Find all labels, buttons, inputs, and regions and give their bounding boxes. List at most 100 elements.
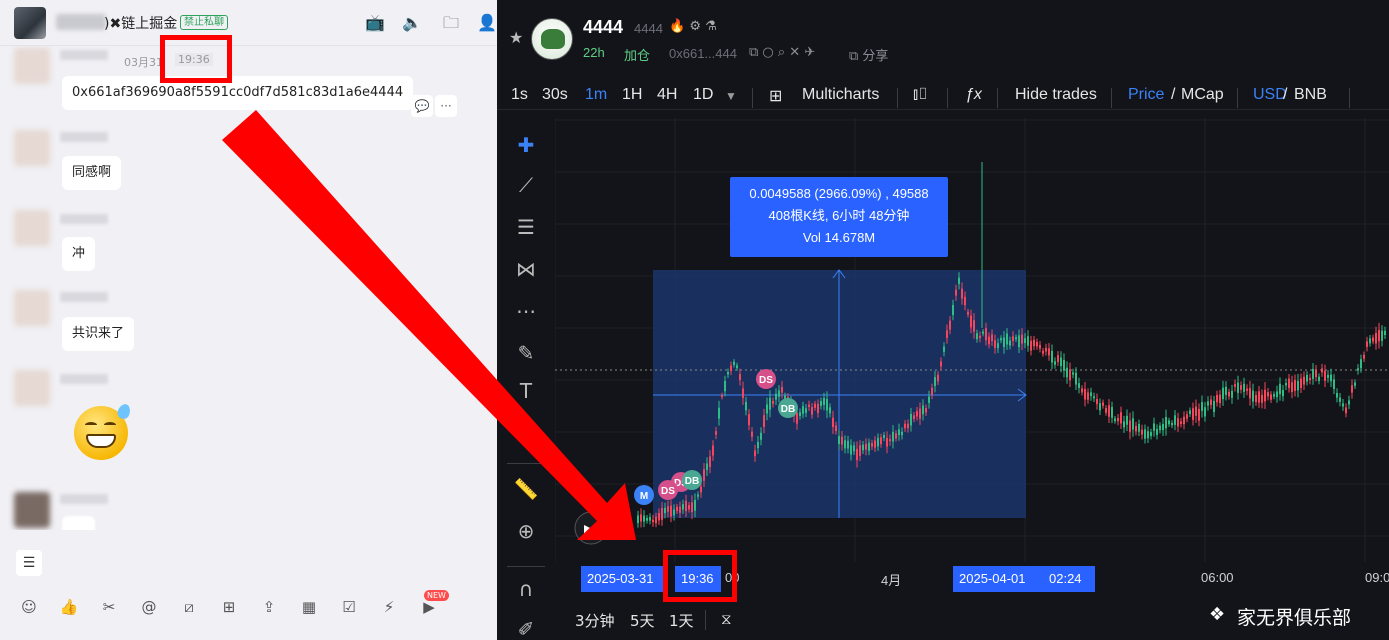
candle	[850, 445, 852, 455]
crosshair-icon[interactable]: ✚	[511, 130, 541, 160]
candle	[919, 408, 921, 419]
message-list[interactable]: 03月31 19:36 0x661af369690a8f5591cc0df7d5…	[0, 46, 497, 530]
user-icon[interactable]: 👤	[477, 13, 497, 33]
candle	[658, 512, 660, 521]
avatar[interactable]	[14, 130, 50, 166]
candle	[682, 504, 684, 510]
candle	[967, 311, 969, 315]
candle-type-icon[interactable]: ⫾⌷	[913, 86, 928, 104]
mcap-toggle[interactable]: MCap	[1181, 86, 1224, 104]
candle	[721, 394, 723, 398]
token-address[interactable]: 0x661...444	[669, 46, 737, 61]
parallel-lines-icon[interactable]: ⋯	[511, 296, 541, 326]
goto-date-icon[interactable]: ⧖	[721, 610, 732, 628]
tf-1m[interactable]: 1m	[585, 86, 607, 104]
candle	[1228, 391, 1230, 397]
multicharts-button[interactable]: Multicharts	[802, 86, 879, 104]
trendline-icon[interactable]: ⟋	[511, 170, 541, 200]
like-icon[interactable]: 👍	[58, 596, 80, 618]
price-toggle[interactable]: Price	[1128, 86, 1164, 104]
chevron-down-icon[interactable]: ▼	[725, 89, 737, 103]
message-bubble[interactable]: 冲	[62, 237, 96, 271]
avatar[interactable]	[14, 290, 50, 326]
candle	[1213, 400, 1215, 412]
ruler-icon[interactable]: 📏	[511, 474, 541, 504]
speaker-icon[interactable]: 🔈	[402, 13, 422, 33]
tv-icon[interactable]: 📺	[365, 13, 385, 33]
upload-icon[interactable]: ⇪	[258, 596, 280, 618]
avatar[interactable]	[14, 48, 50, 84]
tf-1d[interactable]: 1D	[693, 86, 713, 104]
range-5d[interactable]: 5天	[630, 610, 655, 631]
grinning-sweat-emoji[interactable]	[74, 402, 133, 460]
candle	[943, 346, 945, 352]
tick-label: 06:00	[1201, 570, 1234, 585]
folder-icon[interactable]: 🗀	[441, 13, 461, 33]
pattern-icon[interactable]: ⋈	[511, 254, 541, 284]
candle	[1192, 408, 1194, 420]
range-1d[interactable]: 1天	[669, 610, 694, 631]
share-link[interactable]: ⧉ 分享	[849, 45, 888, 64]
candle	[751, 431, 753, 437]
bnb-toggle[interactable]: BNB	[1294, 86, 1327, 104]
avatar[interactable]	[14, 370, 50, 406]
tooltip-bars: 408根K线, 6小时 48分钟	[768, 208, 910, 223]
more-icon[interactable]: ···	[435, 95, 457, 117]
lightning-icon[interactable]: ⚡	[378, 596, 400, 618]
tf-1s[interactable]: 1s	[511, 86, 528, 104]
watermark: 家无界俱乐部	[1237, 607, 1352, 629]
add-indicator-icon[interactable]: ⊞	[769, 86, 782, 106]
candle	[748, 414, 750, 426]
candle	[814, 403, 816, 408]
candle	[817, 403, 819, 414]
trade-marker-label: DB	[685, 476, 699, 487]
message-bubble[interactable]: 共识来了	[62, 317, 135, 351]
text-icon[interactable]: T	[511, 376, 541, 406]
range-3min[interactable]: 3分钟	[575, 610, 615, 631]
social-links-icons[interactable]: ⧉ ○ ⌕ ✕ ✈	[749, 45, 815, 60]
candlestick-chart[interactable]: DSDBDSDBDSM ▶ ‹	[555, 118, 1389, 562]
star-icon[interactable]: ★	[509, 28, 523, 47]
candle	[1273, 394, 1275, 397]
candle	[1117, 418, 1119, 422]
message-bubble[interactable]: …	[62, 516, 95, 530]
add-note-icon[interactable]: ⊞	[218, 596, 240, 618]
candle	[1363, 354, 1365, 359]
brush-icon[interactable]: ✎	[511, 338, 541, 368]
candle	[1270, 394, 1272, 400]
menu-button[interactable]: ☰	[16, 550, 42, 576]
group-title[interactable]: )✖链上掘金	[104, 13, 177, 33]
tf-4h[interactable]: 4H	[657, 86, 677, 104]
message-bubble[interactable]: 0x661af369690a8f5591cc0df7d581c83d1a6e44…	[62, 76, 414, 110]
scissors-icon[interactable]: ✂	[98, 596, 120, 618]
calendar-icon[interactable]: ▦	[298, 596, 320, 618]
fib-icon[interactable]: ☰	[511, 212, 541, 242]
candle	[1174, 415, 1176, 425]
tf-1h[interactable]: 1H	[622, 86, 642, 104]
candle	[1168, 420, 1170, 425]
candle	[856, 448, 858, 461]
candle	[1123, 421, 1125, 428]
emoji-icon[interactable]: ☺	[18, 596, 40, 618]
hide-trades-button[interactable]: Hide trades	[1015, 86, 1097, 104]
avatar[interactable]	[14, 492, 50, 528]
message-bubble[interactable]: 同感啊	[62, 156, 122, 190]
candle	[841, 436, 843, 445]
group-avatar[interactable]	[14, 7, 46, 39]
no-private-chat-badge: 禁止私聊	[180, 15, 228, 30]
zoom-icon[interactable]: ⊕	[511, 516, 541, 546]
tf-30s[interactable]: 30s	[542, 86, 568, 104]
candle	[1120, 412, 1122, 424]
avatar[interactable]	[14, 210, 50, 246]
candle	[1360, 359, 1362, 369]
function-icon[interactable]: ƒx	[965, 86, 982, 104]
candle	[664, 507, 666, 514]
reply-icon[interactable]: 💬	[411, 95, 433, 117]
check-icon[interactable]: ☑	[338, 596, 360, 618]
command-icon[interactable]: ⧄	[178, 596, 200, 618]
candle	[892, 432, 894, 442]
add-position-link[interactable]: 加仓	[624, 45, 650, 64]
usd-toggle[interactable]: USD	[1253, 86, 1287, 104]
mention-icon[interactable]: @	[138, 596, 160, 618]
candle	[1015, 337, 1017, 340]
